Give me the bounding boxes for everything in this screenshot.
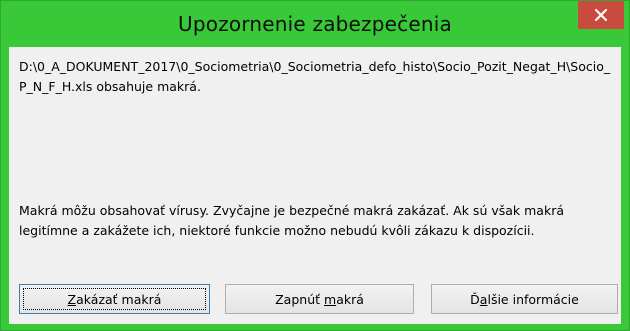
disable-macros-label: Zakázať makrá — [67, 291, 162, 307]
virus-warning-text: Makrá môžu obsahovať vírusy. Zvyčajne je… — [19, 203, 565, 238]
macro-file-message: D:\0_A_DOKUMENT_2017\0_Sociometria\0_Soc… — [19, 59, 611, 94]
enable-macros-label: Zapnúť makrá — [275, 291, 364, 307]
enable-macros-button[interactable]: Zapnúť makrá — [225, 284, 414, 314]
dialog-body: D:\0_A_DOKUMENT_2017\0_Sociometria\0_Soc… — [9, 47, 621, 324]
disable-macros-button[interactable]: Zakázať makrá — [19, 284, 210, 314]
close-icon — [594, 8, 608, 22]
security-warning-dialog: Upozornenie zabezpečenia D:\0_A_DOKUMENT… — [0, 0, 630, 331]
title-bar[interactable]: Upozornenie zabezpečenia — [1, 1, 629, 47]
more-info-label: Ďalšie informácie — [470, 291, 579, 307]
close-button[interactable] — [578, 1, 624, 29]
dialog-title: Upozornenie zabezpečenia — [178, 12, 452, 36]
more-info-button[interactable]: Ďalšie informácie — [431, 284, 618, 314]
